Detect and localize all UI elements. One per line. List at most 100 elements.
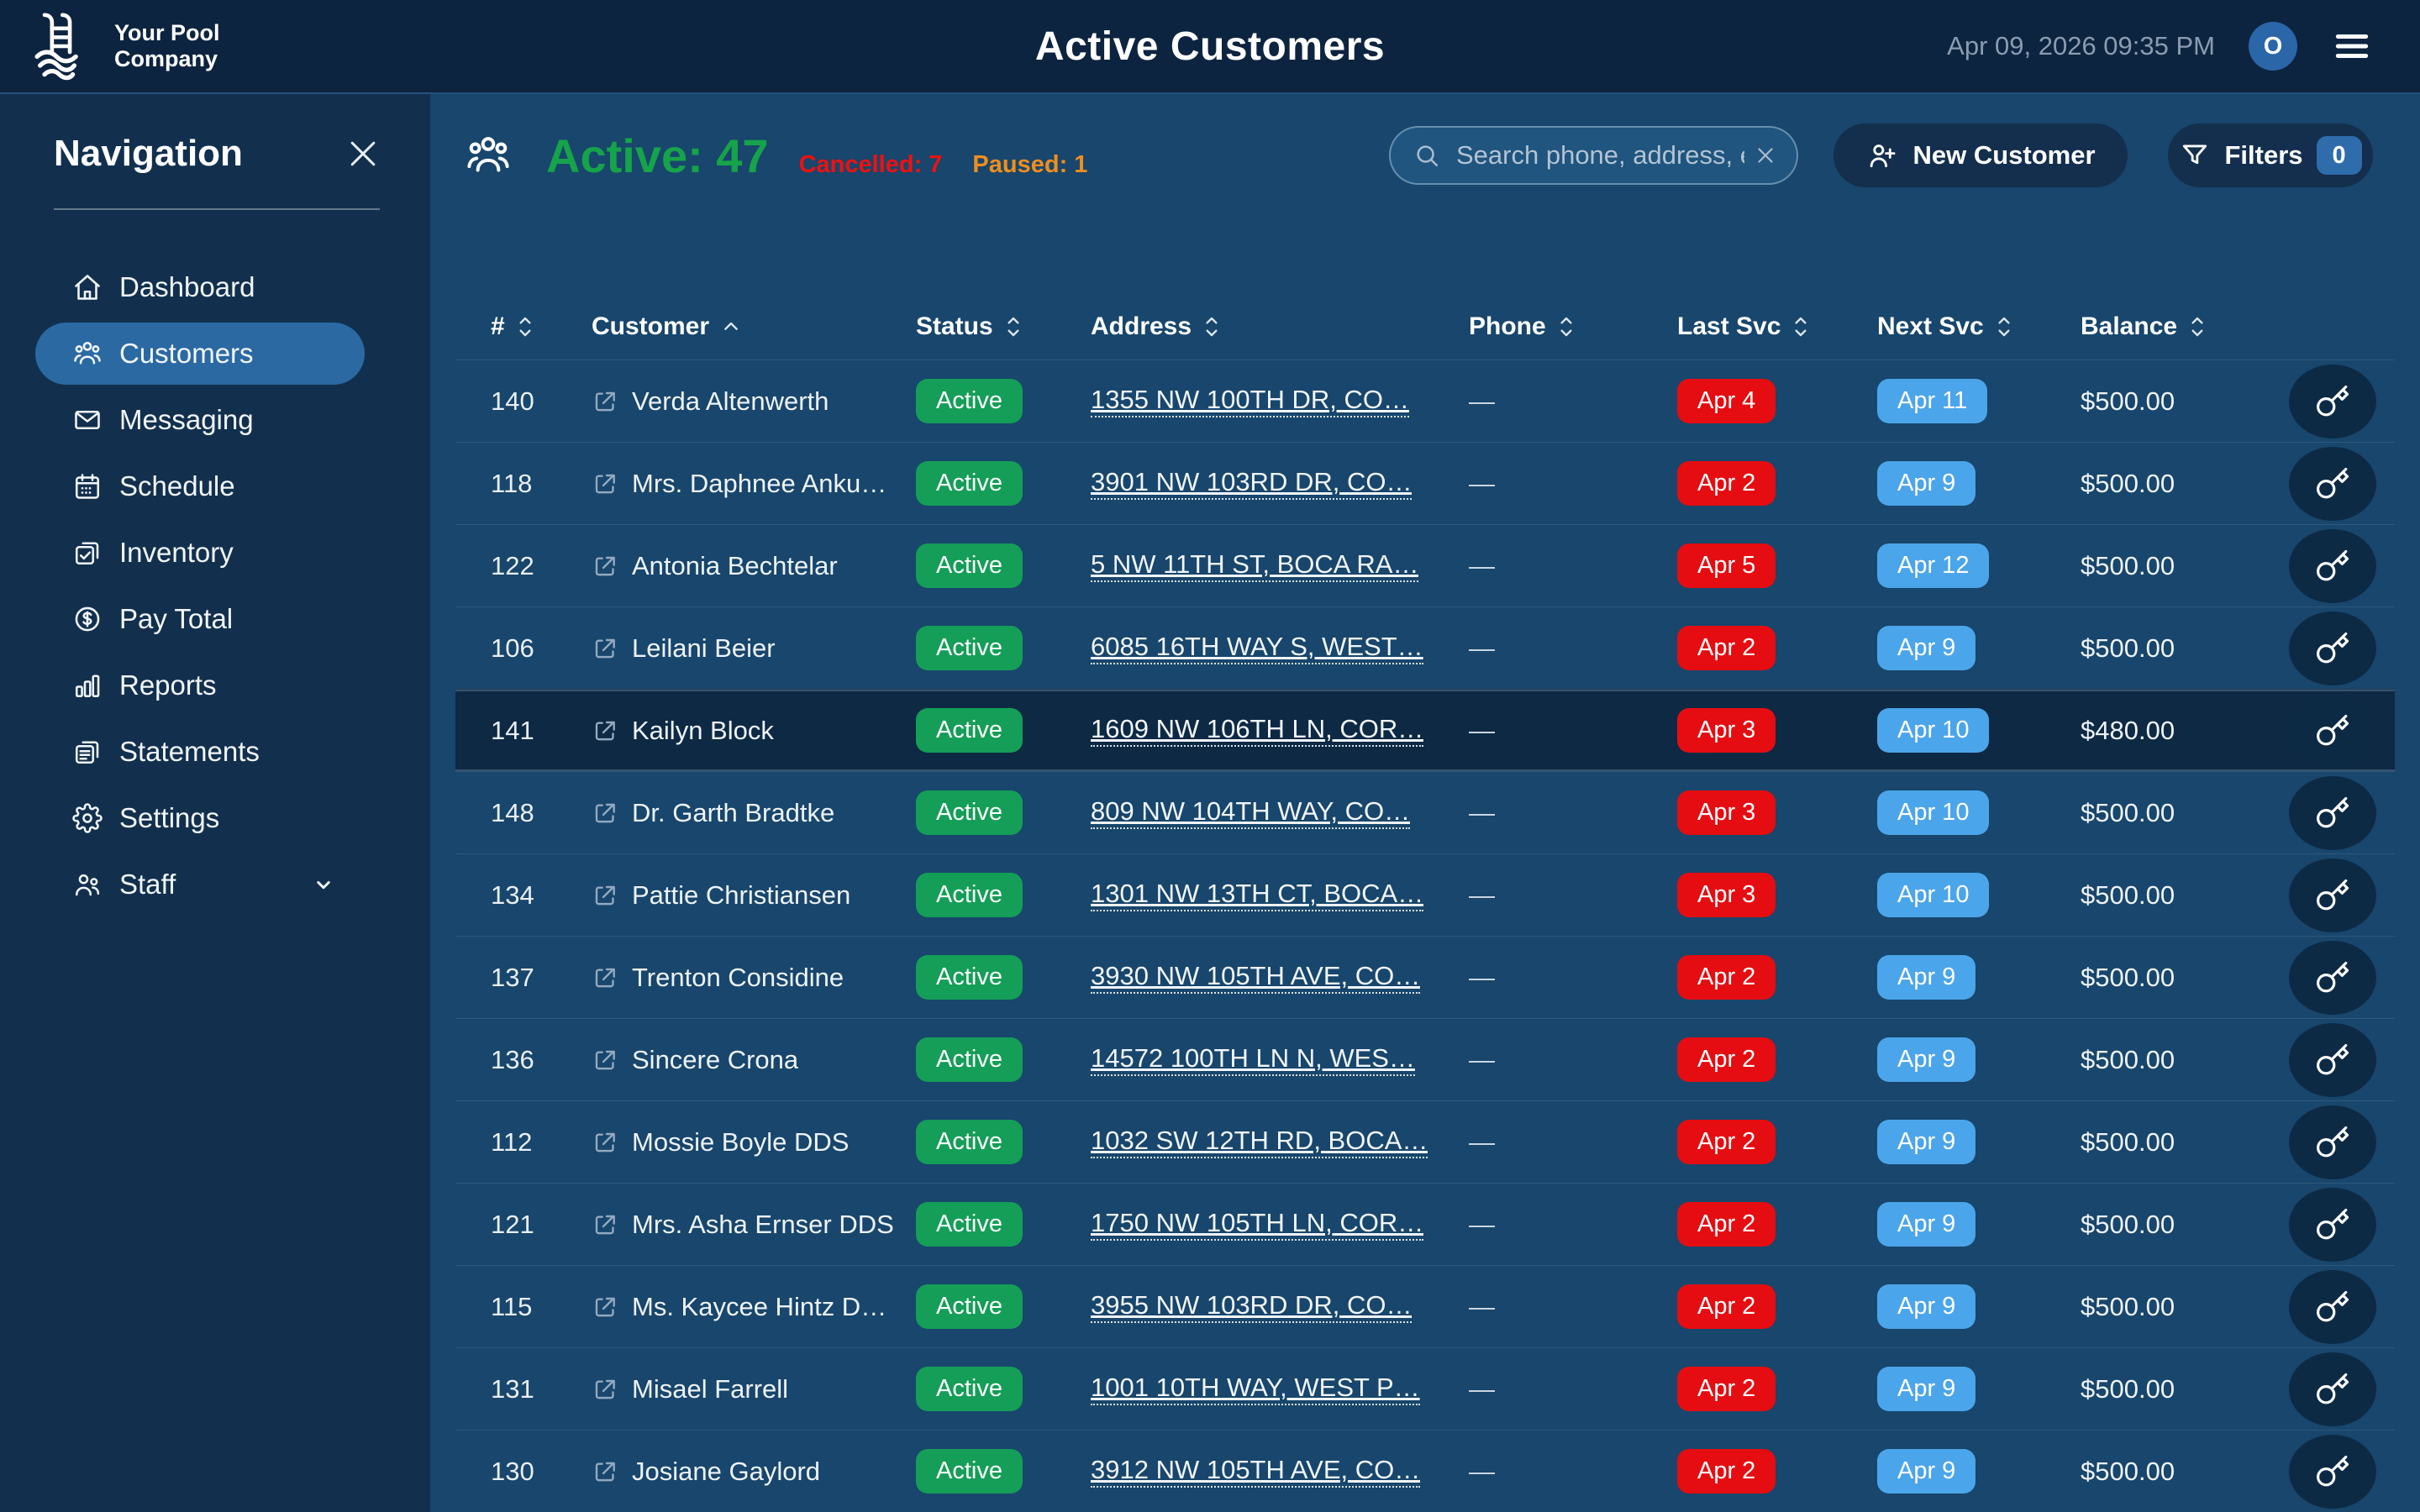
last-svc-cell: Apr 3 <box>1677 790 1877 836</box>
key-button[interactable] <box>2289 1023 2376 1097</box>
search-box[interactable] <box>1389 126 1798 185</box>
customer-name[interactable]: Antonia Bechtelar <box>632 551 838 581</box>
sidebar-item-statements[interactable]: Statements <box>35 721 365 783</box>
external-link-icon[interactable] <box>592 1458 618 1485</box>
sidebar-item-inventory[interactable]: Inventory <box>35 522 365 584</box>
key-button[interactable] <box>2289 1352 2376 1426</box>
key-button[interactable] <box>2289 529 2376 603</box>
table-row[interactable]: 141 Kailyn Block Active 1609 NW 106TH LN… <box>455 689 2395 771</box>
hamburger-menu-icon[interactable] <box>2331 25 2373 67</box>
customer-name[interactable]: Verda Altenwerth <box>632 386 829 417</box>
header-phone[interactable]: Phone <box>1469 312 1677 341</box>
header-balance[interactable]: Balance <box>2081 312 2277 341</box>
table-row[interactable]: 106 Leilani Beier Active 6085 16TH WAY S… <box>455 606 2395 689</box>
header-customer[interactable]: Customer <box>592 312 916 341</box>
address-link[interactable]: 1301 NW 13TH CT, BOCA… <box>1091 879 1423 911</box>
customer-name[interactable]: Pattie Christiansen <box>632 880 850 911</box>
address-link[interactable]: 1001 10TH WAY, WEST P… <box>1091 1373 1420 1405</box>
customer-name[interactable]: Mrs. Daphnee Anku… <box>632 469 886 499</box>
external-link-icon[interactable] <box>592 964 618 991</box>
close-icon[interactable] <box>345 135 381 172</box>
customer-name[interactable]: Ms. Kaycee Hintz D… <box>632 1292 886 1322</box>
header-next-svc[interactable]: Next Svc <box>1877 312 2081 341</box>
sidebar-item-messaging[interactable]: Messaging <box>35 389 365 451</box>
sidebar-item-pay-total[interactable]: Pay Total <box>35 588 365 650</box>
key-button[interactable] <box>2289 1270 2376 1344</box>
sidebar-item-customers[interactable]: Customers <box>35 323 365 385</box>
header-last-svc[interactable]: Last Svc <box>1677 312 1877 341</box>
table-row[interactable]: 122 Antonia Bechtelar Active 5 NW 11TH S… <box>455 524 2395 606</box>
customer-name[interactable]: Kailyn Block <box>632 716 774 746</box>
search-input[interactable] <box>1456 140 1744 171</box>
clear-search-icon[interactable] <box>1753 143 1778 168</box>
customer-name[interactable]: Misael Farrell <box>632 1374 788 1404</box>
header-status[interactable]: Status <box>916 312 1091 341</box>
key-button[interactable] <box>2289 694 2376 768</box>
avatar[interactable]: O <box>2249 22 2297 71</box>
external-link-icon[interactable] <box>592 717 618 744</box>
key-button[interactable] <box>2289 447 2376 521</box>
table-row[interactable]: 121 Mrs. Asha Ernser DDS Active 1750 NW … <box>455 1183 2395 1265</box>
table-row[interactable]: 137 Trenton Considine Active 3930 NW 105… <box>455 936 2395 1018</box>
external-link-icon[interactable] <box>592 635 618 662</box>
key-button[interactable] <box>2289 1105 2376 1179</box>
customer-name[interactable]: Trenton Considine <box>632 963 844 993</box>
key-button[interactable] <box>2289 612 2376 685</box>
address-link[interactable]: 5 NW 11TH ST, BOCA RA… <box>1091 549 1418 582</box>
key-button[interactable] <box>2289 1435 2376 1509</box>
table-row[interactable]: 134 Pattie Christiansen Active 1301 NW 1… <box>455 853 2395 936</box>
external-link-icon[interactable] <box>592 1376 618 1403</box>
external-link-icon[interactable] <box>592 1129 618 1156</box>
address-link[interactable]: 3930 NW 105TH AVE, CO… <box>1091 961 1420 994</box>
table-row[interactable]: 136 Sincere Crona Active 14572 100TH LN … <box>455 1018 2395 1100</box>
sort-icon <box>1996 313 2012 340</box>
address-link[interactable]: 3912 NW 105TH AVE, CO… <box>1091 1455 1420 1488</box>
sidebar-item-dashboard[interactable]: Dashboard <box>35 256 365 318</box>
address-link[interactable]: 1609 NW 106TH LN, COR… <box>1091 714 1423 747</box>
external-link-icon[interactable] <box>592 1294 618 1320</box>
address-link[interactable]: 1032 SW 12TH RD, BOCA… <box>1091 1126 1428 1158</box>
key-button[interactable] <box>2289 1188 2376 1262</box>
external-link-icon[interactable] <box>592 553 618 580</box>
sidebar-item-staff[interactable]: Staff <box>35 853 365 916</box>
customer-name[interactable]: Dr. Garth Bradtke <box>632 798 834 828</box>
table-row[interactable]: 140 Verda Altenwerth Active 1355 NW 100T… <box>455 360 2395 442</box>
customer-name[interactable]: Sincere Crona <box>632 1045 798 1075</box>
sidebar-item-settings[interactable]: Settings <box>35 787 365 849</box>
table-row[interactable]: 131 Misael Farrell Active 1001 10TH WAY,… <box>455 1347 2395 1430</box>
new-customer-button[interactable]: New Customer <box>1833 123 2128 187</box>
sidebar-item-reports[interactable]: Reports <box>35 654 365 717</box>
address-link[interactable]: 3955 NW 103RD DR, CO… <box>1091 1290 1412 1323</box>
external-link-icon[interactable] <box>592 388 618 415</box>
table-row[interactable]: 130 Josiane Gaylord Active 3912 NW 105TH… <box>455 1430 2395 1512</box>
sidebar-item-schedule[interactable]: Schedule <box>35 455 365 517</box>
key-button[interactable] <box>2289 365 2376 438</box>
address-link[interactable]: 3901 NW 103RD DR, CO… <box>1091 467 1412 500</box>
table-row[interactable]: 112 Mossie Boyle DDS Active 1032 SW 12TH… <box>455 1100 2395 1183</box>
customer-name[interactable]: Josiane Gaylord <box>632 1457 820 1487</box>
address-link[interactable]: 809 NW 104TH WAY, CO… <box>1091 796 1410 829</box>
customer-name[interactable]: Leilani Beier <box>632 633 776 664</box>
external-link-icon[interactable] <box>592 470 618 497</box>
header-address[interactable]: Address <box>1091 312 1469 341</box>
address-link[interactable]: 1355 NW 100TH DR, CO… <box>1091 385 1409 417</box>
customer-name[interactable]: Mossie Boyle DDS <box>632 1127 849 1158</box>
table-row[interactable]: 148 Dr. Garth Bradtke Active 809 NW 104T… <box>455 771 2395 853</box>
next-svc-badge: Apr 10 <box>1877 708 1989 753</box>
address-link[interactable]: 6085 16TH WAY S, WEST… <box>1091 632 1423 664</box>
header-number[interactable]: # <box>491 312 592 341</box>
external-link-icon[interactable] <box>592 800 618 827</box>
table-row[interactable]: 115 Ms. Kaycee Hintz D… Active 3955 NW 1… <box>455 1265 2395 1347</box>
external-link-icon[interactable] <box>592 882 618 909</box>
customer-name-cell: Mossie Boyle DDS <box>592 1127 916 1158</box>
key-button[interactable] <box>2289 858 2376 932</box>
external-link-icon[interactable] <box>592 1047 618 1074</box>
customer-name[interactable]: Mrs. Asha Ernser DDS <box>632 1210 894 1240</box>
address-link[interactable]: 1750 NW 105TH LN, COR… <box>1091 1208 1423 1241</box>
key-button[interactable] <box>2289 941 2376 1015</box>
key-button[interactable] <box>2289 776 2376 850</box>
external-link-icon[interactable] <box>592 1211 618 1238</box>
address-link[interactable]: 14572 100TH LN N, WES… <box>1091 1043 1415 1076</box>
filters-button[interactable]: Filters 0 <box>2168 123 2373 187</box>
table-row[interactable]: 118 Mrs. Daphnee Anku… Active 3901 NW 10… <box>455 442 2395 524</box>
